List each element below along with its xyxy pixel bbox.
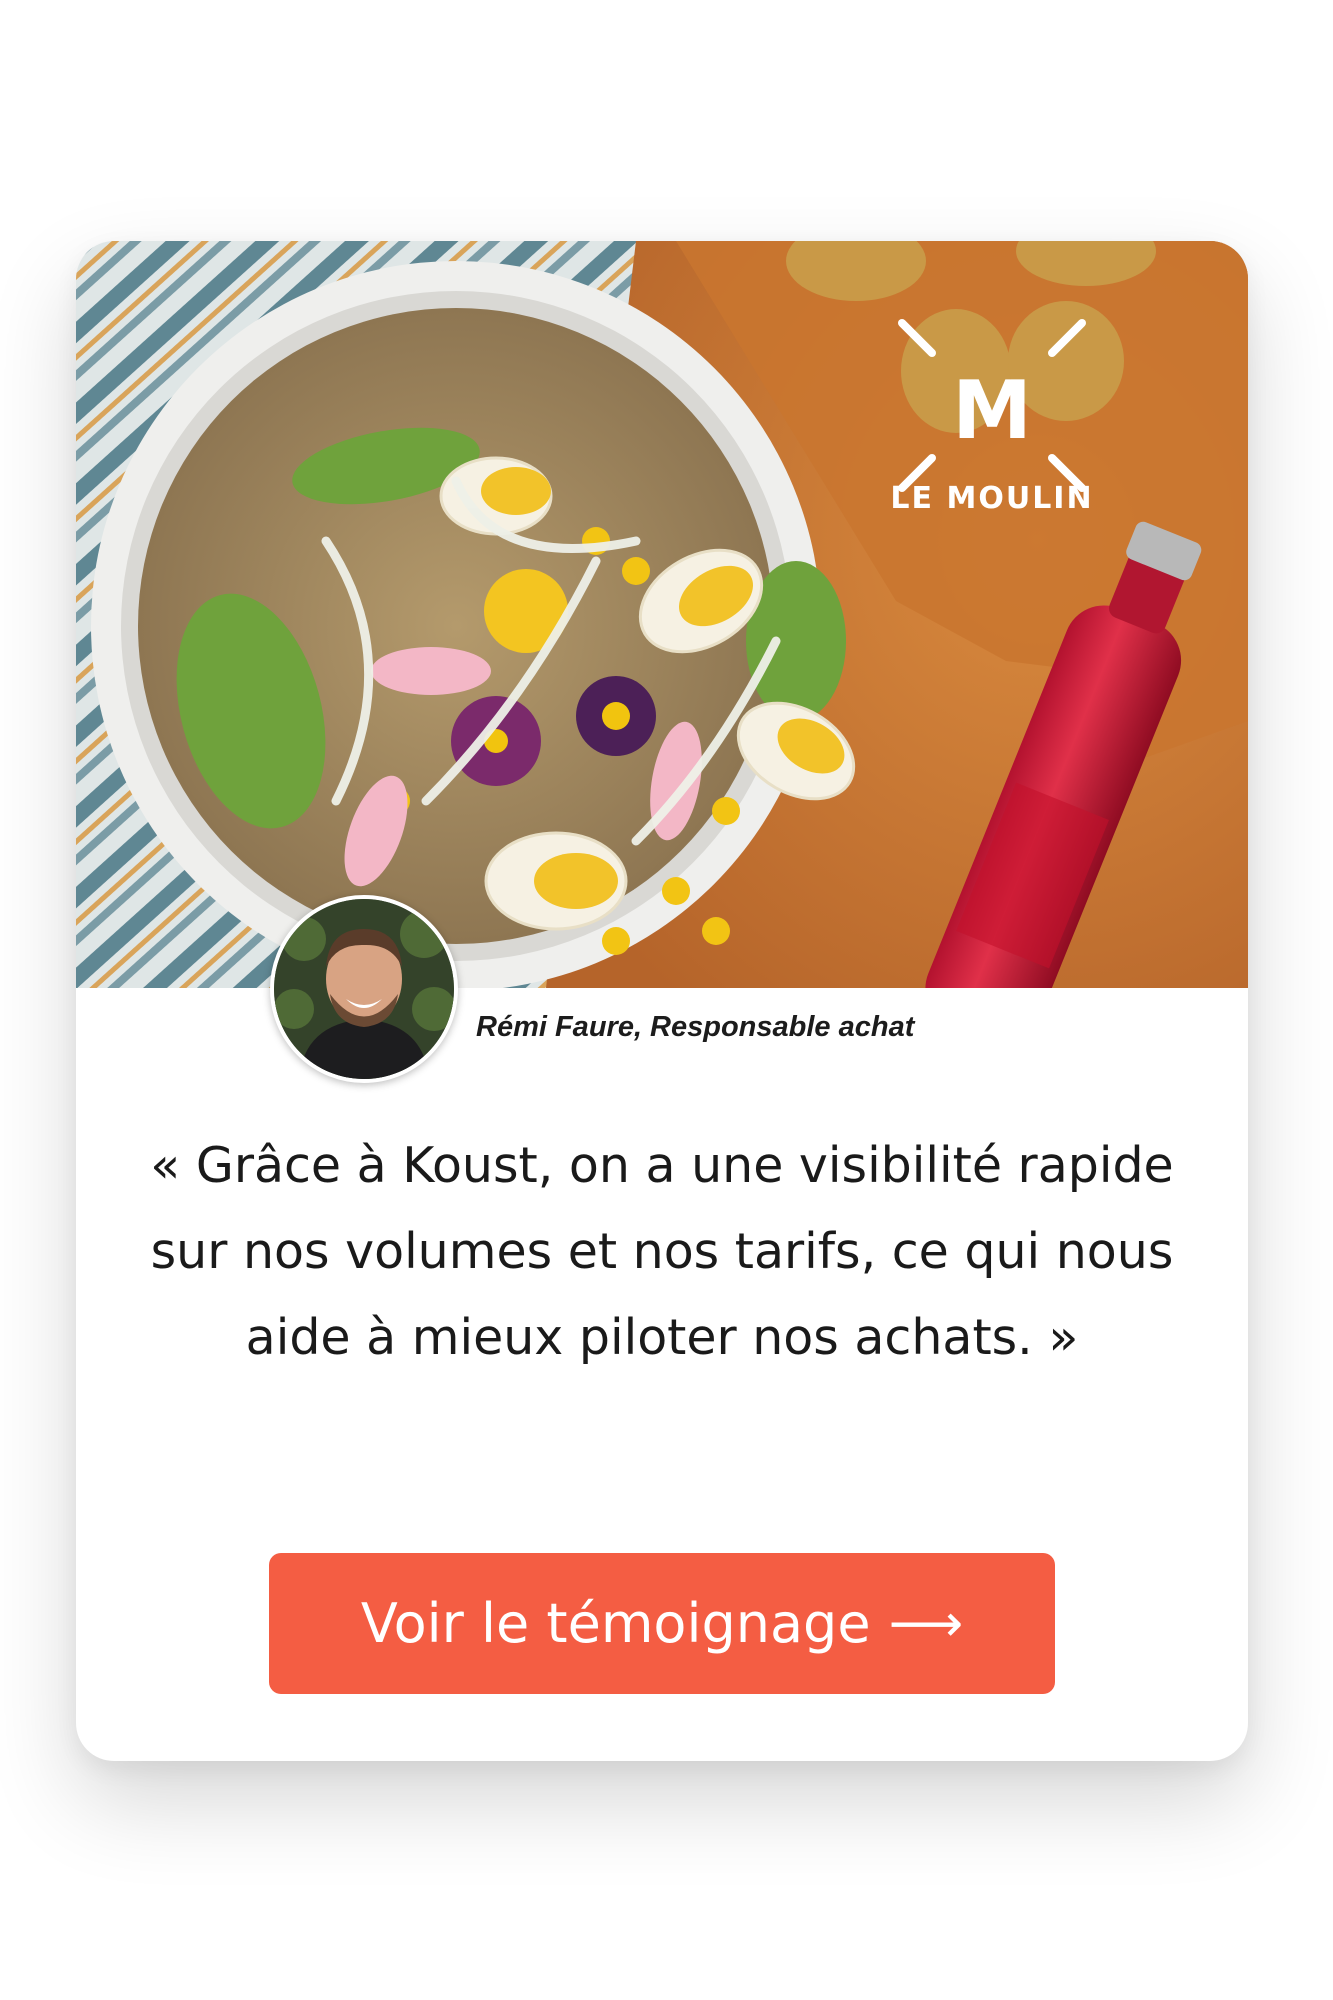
view-testimonial-button[interactable]: Voir le témoignage ⟶: [269, 1553, 1055, 1694]
testimonial-card: M LE MOULIN Rémi Faure, Responsable acha…: [76, 241, 1248, 1761]
author-name: Rémi Faure, Responsable achat: [476, 1011, 915, 1043]
logo-letter: M: [952, 364, 1032, 457]
testimonial-quote: « Grâce à Koust, on a une visibilité rap…: [150, 1137, 1174, 1366]
author-photo: [274, 899, 454, 1079]
cta-label: Voir le témoignage: [360, 1592, 871, 1655]
brand-name: LE MOULIN: [890, 481, 1094, 516]
avatar: [270, 895, 458, 1083]
food-photo: M LE MOULIN: [76, 241, 1248, 988]
arrow-right-icon: ⟶: [888, 1593, 964, 1654]
